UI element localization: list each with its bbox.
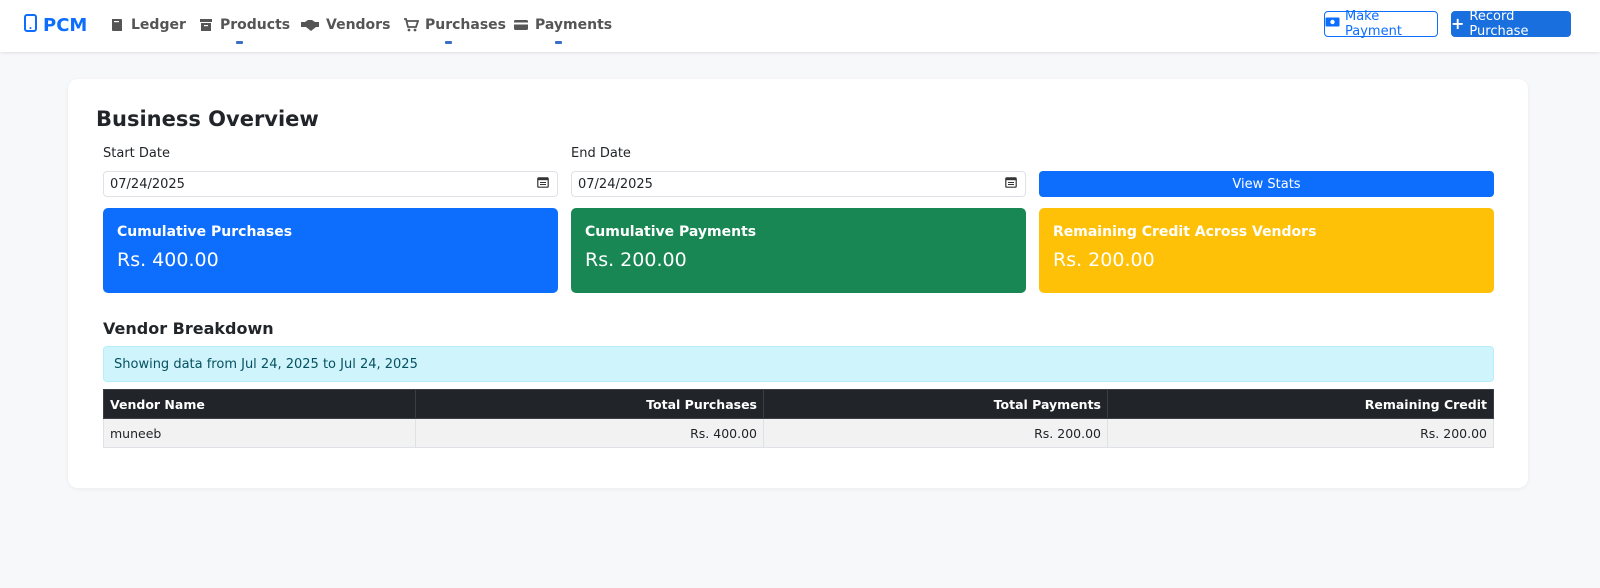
make-payment-button[interactable]: Make Payment [1324,9,1438,39]
record-purchase-label: Record Purchase [1469,9,1529,39]
table-row: muneeb Rs. 400.00 Rs. 200.00 Rs. 200.00 [103,418,1494,448]
page-title: Business Overview [96,107,319,131]
view-stats-button[interactable]: View Stats [1039,171,1494,197]
vendor-breakdown-title: Vendor Breakdown [103,319,274,338]
table-header-row: Vendor Name Total Purchases Total Paymen… [103,389,1494,419]
total-purchases-cell: Rs. 400.00 [415,418,764,448]
calendar-icon[interactable] [1005,176,1017,192]
calendar-icon[interactable] [537,176,549,192]
top-navbar: PCM Ledger Products Vendors Purchases Pa… [0,0,1600,52]
brand-name: PCM [43,14,88,36]
nav-item-vendors[interactable]: Vendors [300,14,390,36]
start-date-value: 07/24/2025 [110,176,185,192]
nav-item-purchases[interactable]: Purchases [403,14,506,36]
date-range-info: Showing data from Jul 24, 2025 to Jul 24… [103,346,1494,382]
nav-item-label: Vendors [326,17,391,33]
credit-card-icon [513,17,529,33]
nav-item-label: Payments [535,17,613,33]
end-date-label: End Date [571,146,631,161]
stat-card-purchases: Cumulative Purchases Rs. 400.00 [103,208,558,293]
active-indicator [445,41,452,44]
column-header-total-purchases: Total Purchases [415,389,764,419]
mobile-phone-icon [24,13,37,37]
plus-icon: + [1451,14,1465,33]
nav-item-products[interactable]: Products [198,14,290,36]
stat-value: Rs. 200.00 [585,249,687,271]
column-header-remaining-credit: Remaining Credit [1107,389,1494,419]
active-indicator [236,41,243,44]
column-header-vendor-name: Vendor Name [103,389,416,419]
make-payment-label: Make Payment [1345,9,1402,39]
brand-link[interactable]: PCM [24,12,87,38]
box-icon [198,17,214,33]
nav-item-ledger[interactable]: Ledger [109,14,186,36]
stat-value: Rs. 400.00 [117,249,219,271]
vendor-name-cell: muneeb [103,418,416,448]
stat-title: Remaining Credit Across Vendors [1053,224,1317,240]
stat-card-remaining-credit: Remaining Credit Across Vendors Rs. 200.… [1039,208,1494,293]
total-payments-cell: Rs. 200.00 [763,418,1108,448]
end-date-input[interactable]: 07/24/2025 [571,171,1026,197]
stat-title: Cumulative Payments [585,224,757,240]
cart-icon [403,17,420,33]
end-date-value: 07/24/2025 [578,176,653,192]
nav-item-label: Products [220,17,291,33]
handshake-icon [300,17,320,33]
stat-title: Cumulative Purchases [117,224,293,240]
start-date-input[interactable]: 07/24/2025 [103,171,558,197]
stat-value: Rs. 200.00 [1053,249,1155,271]
active-indicator [555,41,562,44]
nav-item-label: Ledger [131,17,186,33]
vendor-table: Vendor Name Total Purchases Total Paymen… [103,389,1494,448]
money-bill-icon [1325,16,1340,32]
nav-item-payments[interactable]: Payments [513,14,612,36]
book-icon [109,17,125,33]
record-purchase-button[interactable]: + Record Purchase [1451,9,1571,39]
nav-item-label: Purchases [425,17,507,33]
remaining-credit-cell: Rs. 200.00 [1107,418,1494,448]
stat-card-payments: Cumulative Payments Rs. 200.00 [571,208,1026,293]
column-header-total-payments: Total Payments [763,389,1108,419]
start-date-label: Start Date [103,146,170,161]
